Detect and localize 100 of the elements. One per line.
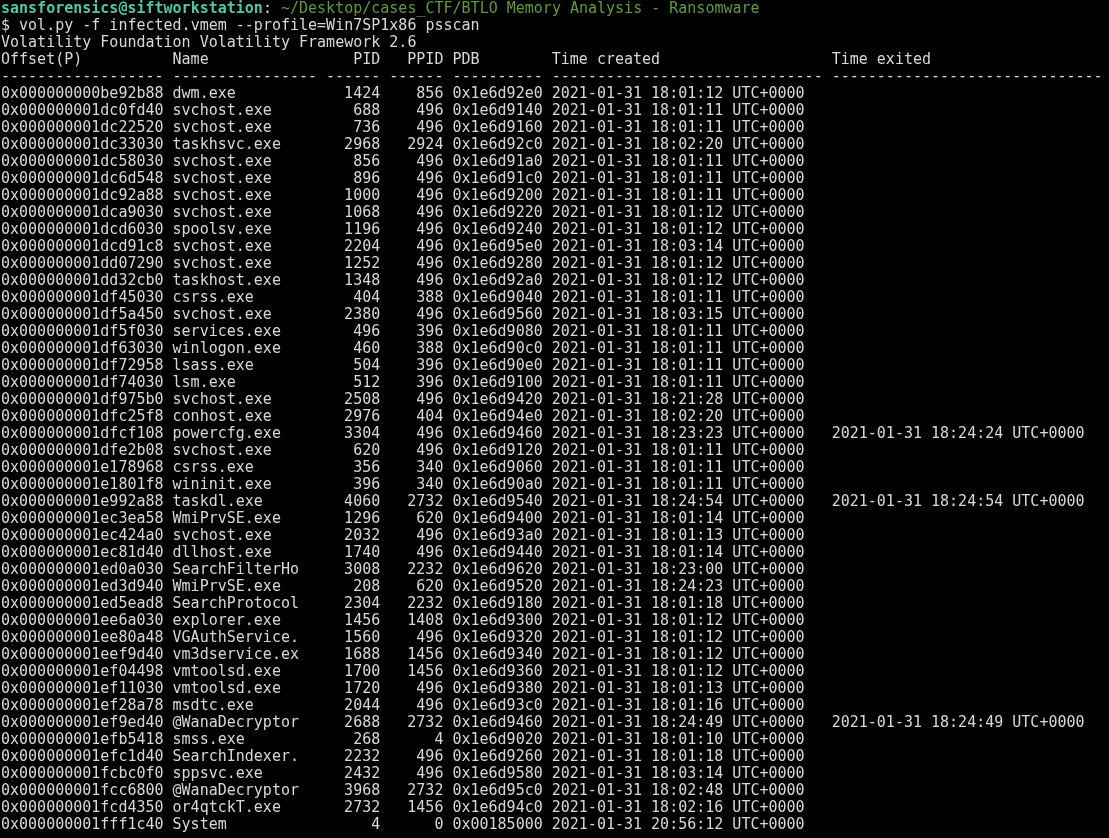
table-cell-text: 2021-01-31 18:01:13 UTC+0000 <box>551 527 806 544</box>
table-cell: 0x000000001ec424a0 <box>1 527 164 544</box>
table-cell-text: 1688 <box>343 646 381 663</box>
table-cell-text: 496 <box>415 680 444 697</box>
table-cell-text: 356 <box>352 459 381 476</box>
table-cell: 0x000000001dc22520 <box>1 119 164 136</box>
table-cell-text: 2021-01-31 18:01:13 UTC+0000 <box>551 680 806 697</box>
table-cell-text: 620 <box>415 510 444 527</box>
table-cell-text: 2021-01-31 18:01:12 UTC+0000 <box>551 272 806 289</box>
table-cell: 0x000000001efb5418 <box>1 731 164 748</box>
table-cell: 0x1e6d9400 <box>452 510 543 527</box>
table-cell: 0x000000001ec3ea58 <box>1 510 164 527</box>
table-cell-text: 1196 <box>343 221 381 238</box>
table-cell-text: WmiPrvSE.exe <box>172 578 282 595</box>
table-cell-text: 1252 <box>343 255 381 272</box>
table-cell-text: 388 <box>415 340 444 357</box>
table-cell-text: svchost.exe <box>172 102 273 119</box>
table-cell-text: 496 <box>352 323 381 340</box>
table-cell-text: 620 <box>415 578 444 595</box>
table-cell: 0x000000001df5a450 <box>1 306 164 323</box>
table-cell-text: 1456 <box>406 799 444 816</box>
table-cell-text: 0 <box>433 816 444 833</box>
table-cell-text: 2021-01-31 18:02:48 UTC+0000 <box>551 782 806 799</box>
table-cell-text: 2380 <box>343 306 381 323</box>
table-cell: 0x1e6d9360 <box>452 663 543 680</box>
table-cell: 0x000000001dc58030 <box>1 153 164 170</box>
table-cell-text: 4 <box>433 731 444 748</box>
table-cell: 0x000000001e992a88 <box>1 493 164 510</box>
table-cell: 0x1e6d9060 <box>452 459 543 476</box>
table-cell: 0x1e6d9440 <box>452 544 543 561</box>
table-cell: 0x1e6d91a0 <box>452 153 543 170</box>
header-rule: ------------------------------ <box>551 68 823 85</box>
table-cell-text: svchost.exe <box>172 527 273 544</box>
table-cell-text: 736 <box>352 119 381 136</box>
table-cell-text: VGAuthService. <box>172 629 300 646</box>
table-cell-text: 404 <box>415 408 444 425</box>
table-cell: 0x000000001fcc6800 <box>1 782 164 799</box>
table-cell-text: 2021-01-31 18:01:11 UTC+0000 <box>551 357 806 374</box>
table-cell-text: 496 <box>415 204 444 221</box>
table-cell-text: 496 <box>415 170 444 187</box>
table-cell-text: vmtoolsd.exe <box>172 663 282 680</box>
table-cell-text: 2976 <box>343 408 381 425</box>
table-cell-text: 3304 <box>343 425 381 442</box>
table-cell-text: services.exe <box>172 323 282 340</box>
table-cell: 0x1e6d94e0 <box>452 408 543 425</box>
table-cell-text: csrss.exe <box>172 289 255 306</box>
table-cell-text: 496 <box>415 255 444 272</box>
table-cell: 0x1e6d92a0 <box>452 272 543 289</box>
table-cell: 0x1e6d90c0 <box>452 340 543 357</box>
table-cell-text: 2021-01-31 18:24:54 UTC+0000 <box>551 493 806 510</box>
table-cell: 0x1e6d9460 <box>452 714 543 731</box>
table-cell-text: svchost.exe <box>172 153 273 170</box>
table-cell: 0x000000001df45030 <box>1 289 164 306</box>
column-header: Offset(P) <box>1 51 84 68</box>
table-cell: 0x1e6d94c0 <box>452 799 543 816</box>
header-rule: ------------------ <box>1 68 164 85</box>
table-cell: 0x000000001dfe2b08 <box>1 442 164 459</box>
table-cell-text: 504 <box>352 357 381 374</box>
prompt-path: ~/Desktop/cases_CTF/BTLO Memory Analysis - Ransomware <box>280 0 760 17</box>
table-cell: 0x1e6d9220 <box>452 204 543 221</box>
table-cell-text: 856 <box>415 85 444 102</box>
table-cell-text: 2021-01-31 18:24:54 UTC+0000 <box>831 493 1086 510</box>
table-cell-text: vmtoolsd.exe <box>172 680 282 697</box>
table-cell-text: 496 <box>415 238 444 255</box>
table-cell-text: 2021-01-31 18:01:11 UTC+0000 <box>551 170 806 187</box>
table-cell: 0x000000001dcd6030 <box>1 221 164 238</box>
column-header: Name <box>172 51 210 68</box>
table-cell-text: svchost.exe <box>172 170 273 187</box>
table-cell-text: dwm.exe <box>172 85 237 102</box>
table-cell-text: SearchProtocol <box>172 595 300 612</box>
table-cell-text: wininit.exe <box>172 476 273 493</box>
table-cell: 0x1e6d9460 <box>452 425 543 442</box>
table-cell: 0x000000001fcbc0f0 <box>1 765 164 782</box>
table-cell-text: 1408 <box>406 612 444 629</box>
table-cell-text: System <box>172 816 228 833</box>
table-cell-text: lsass.exe <box>172 357 255 374</box>
table-cell-text: 460 <box>352 340 381 357</box>
table-cell-text: 2044 <box>343 697 381 714</box>
table-cell: 0x000000001dca9030 <box>1 204 164 221</box>
table-cell-text: 2021-01-31 18:01:12 UTC+0000 <box>551 663 806 680</box>
table-cell-text: 2021-01-31 18:01:11 UTC+0000 <box>551 442 806 459</box>
table-cell: 0x000000001dd07290 <box>1 255 164 272</box>
table-cell-text: 496 <box>415 306 444 323</box>
table-cell-text: 2204 <box>343 238 381 255</box>
table-cell: 0x000000001e178968 <box>1 459 164 476</box>
table-cell-text: 2021-01-31 18:03:14 UTC+0000 <box>551 238 806 255</box>
table-cell: 0x1e6d9420 <box>452 391 543 408</box>
table-cell-text: 396 <box>415 323 444 340</box>
table-cell: 0x1e6d95c0 <box>452 782 543 799</box>
table-cell: 0x1e6d9240 <box>452 221 543 238</box>
table-cell-text: 2021-01-31 18:24:24 UTC+0000 <box>831 425 1086 442</box>
prompt-separator: : <box>262 0 272 17</box>
table-cell-text: vm3dservice.ex <box>172 646 300 663</box>
table-cell: 0x000000001fff1c40 <box>1 816 164 833</box>
table-cell: 0x000000001efc1d40 <box>1 748 164 765</box>
table-cell-text: 2732 <box>406 714 444 731</box>
table-cell-text: 2021-01-31 18:01:12 UTC+0000 <box>551 646 806 663</box>
table-cell-text: 2021-01-31 18:02:20 UTC+0000 <box>551 136 806 153</box>
table-cell: 0x1e6d9380 <box>452 680 543 697</box>
table-cell-text: 2732 <box>343 799 381 816</box>
